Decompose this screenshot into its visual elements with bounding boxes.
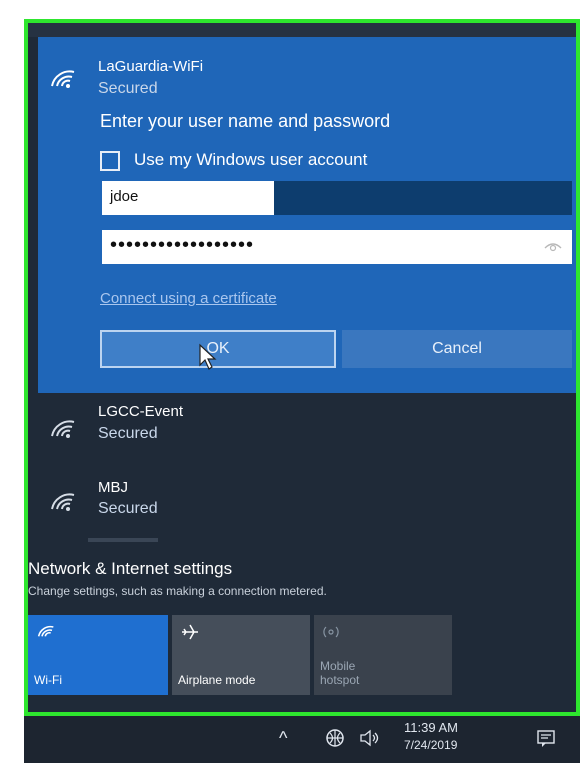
network-status: Secured xyxy=(98,80,158,97)
network-ssid: LaGuardia-WiFi xyxy=(98,58,204,75)
username-field[interactable]: jdoe xyxy=(102,181,572,215)
mobile-hotspot-label: Mobile hotspot xyxy=(320,659,360,687)
reveal-password-icon[interactable] xyxy=(544,240,562,254)
airplane-icon xyxy=(182,624,198,640)
taskbar-date[interactable]: 7/24/2019 xyxy=(404,738,457,751)
wifi-signal-icon xyxy=(51,70,75,88)
wifi-quick-action[interactable]: Wi-Fi xyxy=(28,615,168,695)
taskbar-time[interactable]: 11:39 AM xyxy=(404,720,458,735)
ok-button[interactable]: OK xyxy=(100,330,336,368)
flyout-top-strip xyxy=(28,23,576,37)
network-settings-link[interactable]: Network & Internet settings xyxy=(28,559,232,579)
hotspot-icon xyxy=(323,626,339,638)
password-value: •••••••••••••••••• xyxy=(110,234,255,256)
use-windows-account-checkbox[interactable] xyxy=(100,151,120,171)
airplane-mode-label: Airplane mode xyxy=(178,673,256,687)
active-network-panel[interactable]: LaGuardia-WiFi Secured Enter your user n… xyxy=(38,37,576,393)
network-ssid: MBJ xyxy=(98,479,128,496)
airplane-mode-quick-action[interactable]: Airplane mode xyxy=(172,615,310,695)
username-value: jdoe xyxy=(110,188,139,205)
network-status: Secured xyxy=(98,425,158,442)
network-flyout: LaGuardia-WiFi Secured Enter your user n… xyxy=(24,19,580,716)
mobile-hotspot-quick-action[interactable]: Mobile hotspot xyxy=(314,615,452,695)
use-windows-account-label[interactable]: Use my Windows user account xyxy=(134,150,367,170)
wifi-icon xyxy=(37,625,54,637)
connect-certificate-link[interactable]: Connect using a certificate xyxy=(100,290,277,307)
network-status: Secured xyxy=(98,500,158,517)
show-hidden-icons-chevron-icon[interactable]: ^ xyxy=(279,728,287,749)
network-settings-description: Change settings, such as making a connec… xyxy=(28,584,327,598)
partially-hidden-network-item[interactable] xyxy=(88,538,158,542)
wifi-signal-icon xyxy=(51,493,75,511)
password-field[interactable]: •••••••••••••••••• xyxy=(102,230,572,264)
cancel-button[interactable]: Cancel xyxy=(342,330,572,368)
taskbar: ^ 11:39 AM 7/24/2019 xyxy=(24,716,580,763)
network-ssid: LGCC-Event xyxy=(98,403,184,420)
action-center-notification-icon[interactable] xyxy=(536,729,556,749)
username-field-text-area[interactable]: jdoe xyxy=(102,181,274,215)
mouse-cursor-icon xyxy=(199,343,217,370)
volume-icon[interactable] xyxy=(359,729,381,747)
credentials-prompt: Enter your user name and password xyxy=(100,111,391,131)
network-globe-icon[interactable] xyxy=(324,727,346,749)
wifi-signal-icon xyxy=(51,420,75,438)
wifi-quick-action-label: Wi-Fi xyxy=(34,673,62,687)
